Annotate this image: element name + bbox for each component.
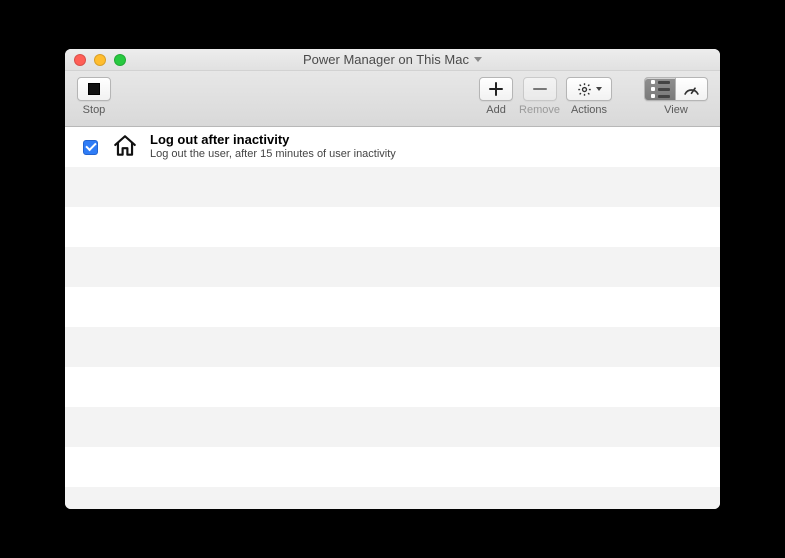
window-title: Power Manager on This Mac (303, 52, 469, 67)
gauge-icon (683, 82, 700, 96)
add-button[interactable] (479, 77, 513, 101)
zoom-icon[interactable] (114, 54, 126, 66)
window-controls (65, 54, 126, 66)
plus-icon (489, 82, 503, 96)
enabled-checkbox[interactable] (83, 140, 98, 155)
event-list: Log out after inactivity Log out the use… (65, 127, 720, 509)
view-gauge-button[interactable] (676, 77, 708, 101)
titlebar: Power Manager on This Mac (65, 49, 720, 71)
gear-icon (577, 82, 592, 97)
view-label: View (664, 104, 688, 116)
stop-icon (88, 83, 100, 95)
chevron-down-icon (596, 87, 602, 91)
list-row-empty (65, 167, 720, 207)
house-icon (112, 133, 138, 162)
actions-button[interactable] (566, 77, 612, 101)
list-row-empty (65, 207, 720, 247)
list-row-empty (65, 447, 720, 487)
list-icon (651, 80, 670, 98)
minimize-icon[interactable] (94, 54, 106, 66)
list-row-empty (65, 247, 720, 287)
chevron-down-icon[interactable] (474, 57, 482, 62)
list-item-title: Log out after inactivity (150, 132, 396, 148)
stop-label: Stop (83, 104, 106, 116)
list-item-subtitle: Log out the user, after 15 minutes of us… (150, 148, 396, 162)
stop-group: Stop (75, 77, 113, 116)
remove-label: Remove (519, 104, 560, 116)
actions-label: Actions (571, 104, 607, 116)
stop-button[interactable] (77, 77, 111, 101)
remove-button[interactable] (523, 77, 557, 101)
list-item[interactable]: Log out after inactivity Log out the use… (65, 127, 720, 167)
list-row-empty (65, 327, 720, 367)
minus-icon (533, 82, 547, 96)
list-row-empty (65, 367, 720, 407)
close-icon[interactable] (74, 54, 86, 66)
app-window: Power Manager on This Mac Stop Add (65, 49, 720, 509)
list-row-empty (65, 407, 720, 447)
view-list-button[interactable] (644, 77, 676, 101)
list-item-text: Log out after inactivity Log out the use… (150, 132, 396, 162)
list-row-empty (65, 287, 720, 327)
toolbar: Stop Add Remove Actions (65, 71, 720, 127)
list-row-empty (65, 487, 720, 509)
add-label: Add (486, 104, 506, 116)
window-title-container: Power Manager on This Mac (65, 52, 720, 67)
